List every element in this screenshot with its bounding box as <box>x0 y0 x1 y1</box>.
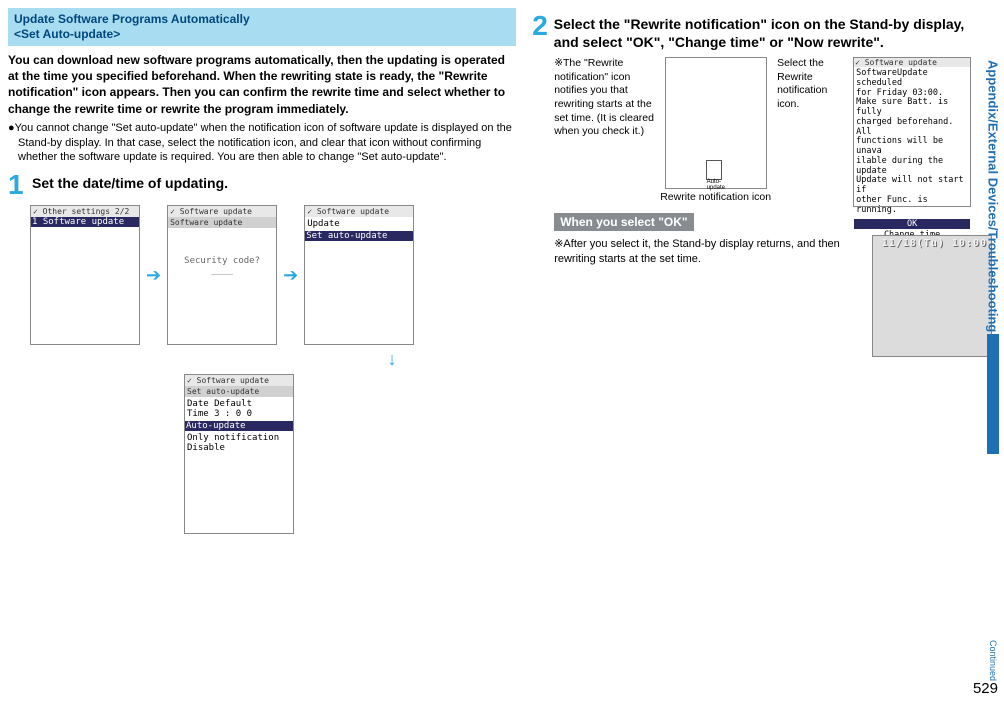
msg-line: charged beforehand. All <box>856 118 968 138</box>
phone-body: Update <box>305 217 413 231</box>
standby-screen: Auto-update <box>665 57 767 189</box>
msg-line: functions will be unava <box>856 137 968 157</box>
phone-screens-row-1: ✓ Other settings 2/2 1 Software update ➔… <box>30 205 516 345</box>
phone-topbar: ✓ Software update <box>185 375 293 386</box>
step-number-1: 1 <box>8 171 26 199</box>
when-ok-note: ※After you select it, the Stand-by displ… <box>554 237 864 267</box>
phone-selected-row: 1 Software update <box>31 217 139 227</box>
rewrite-notification-icon: Auto-update <box>706 160 722 180</box>
note-text: The "Rewrite notification" icon notifies… <box>554 57 654 137</box>
note-rewrite-notification: ※The "Rewrite notification" icon notifie… <box>554 57 654 139</box>
phone-topbar: ✓ Software update <box>854 58 970 67</box>
phone-line: Disable <box>187 443 291 453</box>
page: Update Software Programs Automatically <… <box>0 0 1004 701</box>
step-2-visual-row: ※The "Rewrite notification" icon notifie… <box>554 57 992 207</box>
note-mark: ※ <box>554 57 563 69</box>
standby-clock: 11/18(Tu) 10:00 <box>882 238 987 249</box>
phone-screen-set-auto-update: ✓ Software update Set auto-update Date D… <box>184 374 294 534</box>
phone-screen-update-menu: ✓ Software update Update Set auto-update <box>304 205 414 345</box>
msg-line: Make sure Batt. is fully <box>856 98 968 118</box>
phone-message: SoftwareUpdate scheduled for Friday 03:0… <box>854 67 970 217</box>
step-1-text: Set the date/time of updating. <box>32 171 228 193</box>
msg-line: SoftwareUpdate scheduled <box>856 69 968 89</box>
phone-screen-security-code: ✓ Software update Software update Securi… <box>167 205 277 345</box>
continued-label: Continued <box>988 640 998 681</box>
msg-line: ilable during the update <box>856 157 968 177</box>
side-tab-label: Appendix/External Devices/Troubleshootin… <box>986 60 1001 332</box>
section-title-line1: Update Software Programs Automatically <box>14 12 250 26</box>
select-icon-label: Select the Rewrite notification icon. <box>777 57 847 112</box>
phone-subtitle-bar: Set auto-update <box>185 386 293 397</box>
msg-line: Update will not start if <box>856 176 968 196</box>
step-number-2: 2 <box>532 12 548 40</box>
section-title-line2: <Set Auto-update> <box>14 27 120 41</box>
phone-screen-other-settings: ✓ Other settings 2/2 1 Software update <box>30 205 140 345</box>
phone-selected-row: Set auto-update <box>305 231 413 241</box>
side-tab: Appendix/External Devices/Troubleshootin… <box>984 60 1002 681</box>
phone-screen-update-notice: ✓ Software update SoftwareUpdate schedul… <box>853 57 971 207</box>
standby-screen-ok: 11/18(Tu) 10:00 <box>872 235 992 357</box>
phone-selected-row: Auto-update <box>185 421 293 431</box>
right-arrow-icon: ➔ <box>146 265 161 286</box>
note-text: After you select it, the Stand-by displa… <box>554 238 840 265</box>
phone-line: Time 3 : 0 0 <box>187 409 291 419</box>
phone-body: Only notification Disable <box>185 431 293 455</box>
menu-item: Update <box>307 219 411 229</box>
msg-line: other Func. is running. <box>856 196 968 216</box>
standby-caption: Rewrite notification icon <box>660 191 771 203</box>
step-2-text: Select the "Rewrite notification" icon o… <box>554 12 992 51</box>
page-number: 529 <box>973 680 998 697</box>
standby-wrapper: Auto-update Rewrite notification icon <box>660 57 771 203</box>
down-arrow-icon: ↓ <box>268 349 516 370</box>
ok-softkey: OK <box>854 219 970 229</box>
step-1: 1 Set the date/time of updating. <box>8 171 516 199</box>
phone-line: Only notification <box>187 433 291 443</box>
when-ok-row: ※After you select it, the Stand-by displ… <box>554 235 992 357</box>
section-title: Update Software Programs Automatically <… <box>8 8 516 46</box>
phone-screens-row-2: ✓ Software update Set auto-update Date D… <box>184 374 516 534</box>
phone-subtitle-bar: Software update <box>168 217 276 228</box>
phone-topbar: ✓ Software update <box>305 206 413 217</box>
left-column: Update Software Programs Automatically <… <box>8 8 516 693</box>
bullet-note: ●You cannot change "Set auto-update" whe… <box>8 121 516 166</box>
step-2: 2 Select the "Rewrite notification" icon… <box>532 12 992 51</box>
phone-topbar: ✓ Software update <box>168 206 276 217</box>
phone-body: Security code? ____ <box>168 228 276 278</box>
right-arrow-icon: ➔ <box>283 265 298 286</box>
phone-line: Date Default <box>187 399 291 409</box>
intro-paragraph: You can download new software programs a… <box>8 52 516 117</box>
right-column: 2 Select the "Rewrite notification" icon… <box>532 8 992 693</box>
phone-topbar: ✓ Other settings 2/2 <box>31 206 139 217</box>
two-column-layout: Update Software Programs Automatically <… <box>8 8 992 693</box>
when-ok-subtitle: When you select "OK" <box>554 213 693 231</box>
phone-body: Date Default Time 3 : 0 0 <box>185 397 293 421</box>
side-tab-marker <box>987 334 999 454</box>
